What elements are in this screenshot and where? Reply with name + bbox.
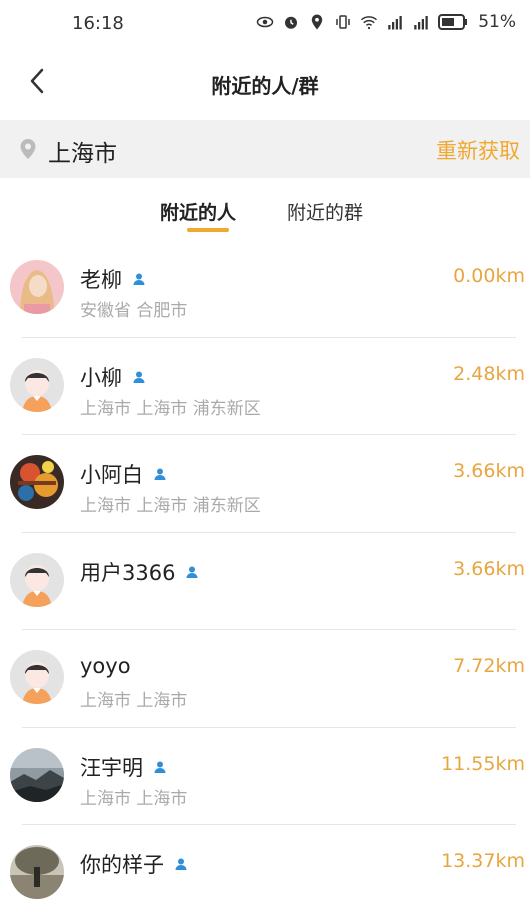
- avatar: [10, 845, 64, 899]
- list-item[interactable]: 老柳 安徽省 合肥市 0.00km: [0, 240, 530, 338]
- status-time: 16:18: [72, 13, 124, 34]
- user-address: 上海市 上海市: [80, 691, 188, 711]
- user-name: 汪宇明: [80, 752, 167, 782]
- user-address: 安徽省 合肥市: [80, 301, 188, 321]
- avatar: [10, 650, 64, 704]
- location-pin-icon: [20, 139, 36, 159]
- location-bar: 上海市 重新获取: [0, 120, 530, 178]
- list-item[interactable]: yoyo 上海市 上海市 7.72km: [0, 630, 530, 728]
- list-item[interactable]: 汪宇明 上海市 上海市 11.55km: [0, 728, 530, 825]
- page-title: 附近的人/群: [211, 74, 319, 98]
- user-name: yoyo: [80, 654, 131, 678]
- tab-nearby-groups[interactable]: 附近的群: [287, 198, 363, 225]
- avatar: [10, 260, 64, 314]
- verified-person-icon: [133, 371, 145, 383]
- tab-bar: 附近的人 附近的群: [0, 190, 530, 240]
- user-distance: 2.48km: [453, 362, 525, 385]
- user-name: 你的样子: [80, 849, 188, 879]
- list-item[interactable]: 小柳 上海市 上海市 浦东新区 2.48km: [0, 338, 530, 435]
- battery-icon: [438, 14, 468, 30]
- verified-person-icon: [186, 566, 198, 578]
- signal-4g-icon: [388, 16, 402, 30]
- header: 附近的人/群: [0, 48, 530, 118]
- user-name: 小柳: [80, 362, 146, 392]
- alarm-icon: [285, 16, 298, 29]
- list-item[interactable]: 小阿白 上海市 上海市 浦东新区 3.66km: [0, 435, 530, 533]
- user-address: 上海市 上海市 浦东新区: [80, 496, 261, 516]
- user-name: 用户3366: [80, 557, 199, 587]
- eye-icon: [256, 16, 274, 28]
- refresh-location-button[interactable]: 重新获取: [436, 135, 520, 165]
- avatar: [10, 747, 64, 802]
- user-name: 小阿白: [80, 459, 167, 489]
- user-distance: 3.66km: [453, 460, 525, 482]
- active-tab-indicator: [187, 228, 229, 232]
- avatar: [10, 455, 64, 509]
- user-address: 上海市 上海市: [80, 788, 188, 809]
- user-distance: 7.72km: [453, 655, 525, 677]
- signal-4g-icon-2: [414, 16, 428, 30]
- wifi-icon: [361, 16, 378, 30]
- user-address: 上海市 上海市 浦东新区: [80, 398, 261, 419]
- battery-percent: 51%: [478, 12, 516, 32]
- verified-person-icon: [154, 468, 166, 480]
- verified-person-icon: [154, 761, 166, 773]
- avatar: [10, 357, 64, 412]
- avatar: [10, 552, 64, 607]
- verified-person-icon: [175, 858, 187, 870]
- nearby-people-list: 老柳 安徽省 合肥市 0.00km 小柳 上海市 上海市 浦东新区 2.48km…: [0, 240, 530, 923]
- location-icon: [311, 14, 323, 30]
- status-bar: 16:18 51%: [0, 0, 530, 48]
- user-distance: 0.00km: [453, 265, 525, 287]
- user-distance: 13.37km: [441, 850, 525, 872]
- vibrate-icon: [336, 15, 350, 29]
- user-distance: 11.55km: [441, 752, 525, 775]
- status-icons: 51%: [256, 12, 516, 32]
- verified-person-icon: [133, 273, 145, 285]
- list-item[interactable]: 你的样子 13.37km: [0, 825, 530, 923]
- location-city: 上海市: [48, 141, 117, 167]
- user-distance: 3.66km: [453, 557, 525, 580]
- tab-nearby-people[interactable]: 附近的人: [160, 198, 236, 225]
- user-name: 老柳: [80, 264, 146, 294]
- list-item[interactable]: 用户3366 3.66km: [0, 533, 530, 630]
